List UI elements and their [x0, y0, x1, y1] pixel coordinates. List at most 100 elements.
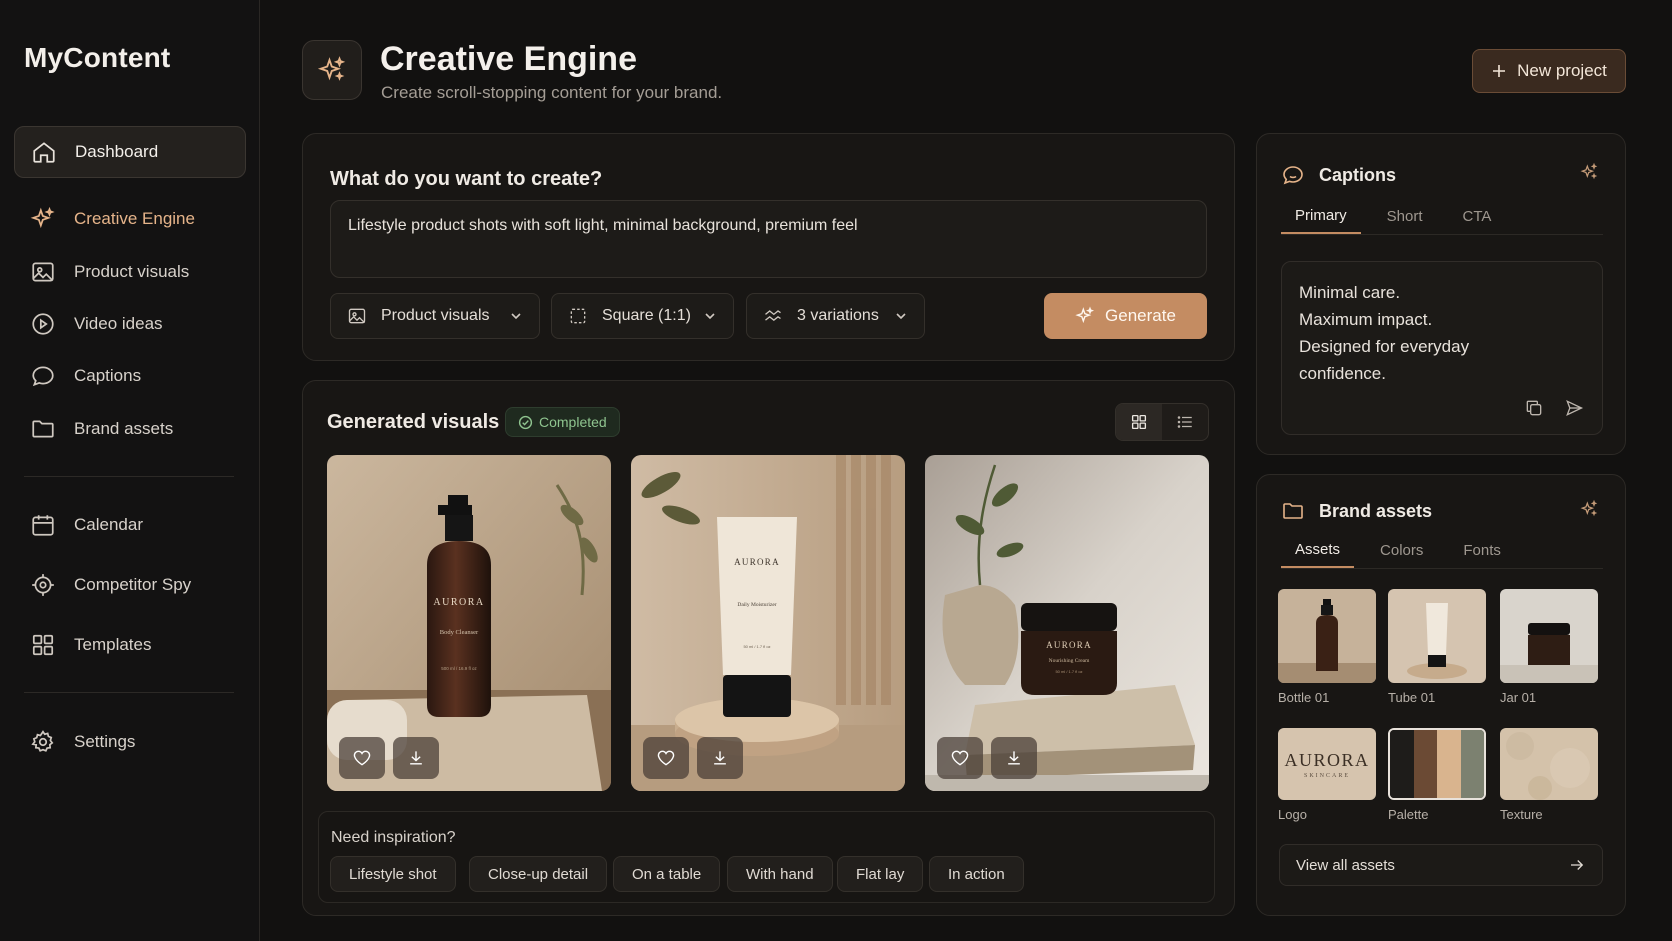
- favorite-button[interactable]: [937, 737, 983, 779]
- download-button[interactable]: [393, 737, 439, 779]
- chevron-down-icon: [896, 313, 906, 320]
- chip-flat-lay[interactable]: Flat lay: [837, 856, 924, 892]
- prompt-input[interactable]: Lifestyle product shots with soft light,…: [330, 200, 1207, 278]
- inspiration-title: Need inspiration?: [331, 829, 456, 846]
- new-project-label: New project: [1517, 61, 1607, 80]
- sidebar-item-brand-assets[interactable]: Brand assets: [14, 403, 246, 455]
- sidebar-divider: [24, 692, 234, 693]
- caption-line: Minimal care.: [1299, 283, 1401, 302]
- asset-jar[interactable]: Jar 01: [1500, 589, 1598, 705]
- caption-line: confidence.: [1299, 364, 1386, 383]
- jar-brand: AURORA: [1046, 640, 1092, 650]
- favorite-button[interactable]: [643, 737, 689, 779]
- copy-icon[interactable]: [1524, 398, 1544, 418]
- chip-in-action[interactable]: In action: [929, 856, 1024, 892]
- asset-tube[interactable]: Tube 01: [1388, 589, 1486, 705]
- tube-brand: AURORA: [734, 557, 780, 567]
- crop-square-icon: [570, 308, 586, 324]
- type-select[interactable]: Product visuals: [330, 293, 540, 339]
- sidebar-item-dashboard[interactable]: Dashboard: [14, 126, 246, 178]
- sidebar-item-creative-engine[interactable]: Creative Engine: [14, 193, 246, 245]
- tab-fonts[interactable]: Fonts: [1449, 532, 1515, 568]
- favorite-button[interactable]: [339, 737, 385, 779]
- sidebar-item-label: Creative Engine: [74, 209, 195, 228]
- captions-ai-button[interactable]: [1579, 162, 1599, 187]
- chip-lifestyle-shot[interactable]: Lifestyle shot: [330, 856, 456, 892]
- jar-size: 50 ml / 1.7 fl oz: [1055, 669, 1082, 674]
- format-select[interactable]: Square (1:1): [551, 293, 734, 339]
- sidebar-item-label: Product visuals: [74, 262, 190, 281]
- view-toggle: [1115, 403, 1209, 441]
- assets-tabs: Assets Colors Fonts: [1281, 532, 1603, 569]
- sidebar-item-settings[interactable]: Settings: [14, 716, 246, 768]
- sidebar-item-label: Video ideas: [74, 314, 163, 333]
- sparkle-icon: [1075, 306, 1095, 324]
- sidebar-item-competitor-spy[interactable]: Competitor Spy: [14, 559, 246, 611]
- asset-label: Jar 01: [1500, 690, 1537, 705]
- generated-visuals-card: Generated visuals Completed AURORA Body …: [302, 380, 1235, 916]
- crosshair-icon: [32, 574, 54, 596]
- asset-logo[interactable]: AURORA SKINCARE Logo: [1278, 728, 1376, 822]
- sparkle-icon: [1580, 499, 1598, 517]
- bottle-product: Body Cleanser: [440, 629, 479, 636]
- send-icon[interactable]: [1564, 398, 1584, 418]
- generated-image-1[interactable]: AURORA Body Cleanser 500 ml / 16.9 fl oz: [327, 455, 611, 791]
- tab-colors[interactable]: Colors: [1366, 532, 1437, 568]
- sidebar-item-label: Brand assets: [74, 419, 174, 438]
- assets-ai-button[interactable]: [1579, 499, 1599, 524]
- list-view-button[interactable]: [1162, 404, 1208, 440]
- logo-subtext: SKINCARE: [1303, 772, 1350, 779]
- variations-icon: [765, 310, 781, 322]
- heart-icon: [657, 750, 675, 766]
- asset-palette[interactable]: Palette: [1388, 728, 1486, 822]
- sidebar-item-templates[interactable]: Templates: [14, 619, 246, 671]
- asset-thumbnail: [1388, 589, 1486, 683]
- calendar-icon: [32, 515, 54, 536]
- sidebar-item-video-ideas[interactable]: Video ideas: [14, 298, 246, 350]
- asset-label: Logo: [1278, 807, 1307, 822]
- asset-label: Bottle 01: [1278, 690, 1330, 705]
- asset-bottle[interactable]: Bottle 01: [1278, 589, 1376, 705]
- logo-text: AURORA: [1284, 749, 1370, 770]
- chevron-down-icon: [705, 313, 715, 320]
- sidebar-item-product-visuals[interactable]: Product visuals: [14, 246, 246, 298]
- tab-primary[interactable]: Primary: [1281, 198, 1361, 234]
- download-button[interactable]: [697, 737, 743, 779]
- asset-texture[interactable]: Texture: [1500, 728, 1598, 822]
- generated-image-2[interactable]: AURORA Daily Moisturizer 50 ml / 1.7 fl …: [631, 455, 905, 791]
- sidebar-item-calendar[interactable]: Calendar: [14, 499, 246, 551]
- sidebar: MyContent Dashboard Creative Engine Prod…: [0, 0, 260, 941]
- grid-icon: [32, 634, 54, 656]
- tab-assets[interactable]: Assets: [1281, 532, 1355, 568]
- generated-visuals-title: Generated visuals: [327, 411, 500, 433]
- chip-close-up-detail[interactable]: Close-up detail: [469, 856, 608, 892]
- asset-thumbnail: [1500, 589, 1598, 683]
- create-title: What do you want to create?: [330, 168, 603, 190]
- sidebar-item-label: Templates: [74, 635, 152, 654]
- sidebar-item-captions[interactable]: Captions: [14, 350, 246, 402]
- new-project-button[interactable]: New project: [1472, 49, 1626, 93]
- tab-cta[interactable]: CTA: [1449, 198, 1506, 234]
- generated-image-3[interactable]: AURORA Nourishing Cream 50 ml / 1.7 fl o…: [925, 455, 1209, 791]
- variations-select[interactable]: 3 variations: [746, 293, 925, 339]
- chip-with-hand[interactable]: With hand: [727, 856, 833, 892]
- sidebar-item-label: Captions: [74, 366, 142, 385]
- header-sparkle-icon: [302, 40, 362, 100]
- chip-on-a-table[interactable]: On a table: [613, 856, 721, 892]
- tab-short[interactable]: Short: [1373, 198, 1437, 234]
- page-title: Creative Engine: [380, 40, 637, 78]
- download-icon: [410, 751, 422, 765]
- plus-icon: [1493, 65, 1506, 77]
- download-button[interactable]: [991, 737, 1037, 779]
- caption-text-area[interactable]: Minimal care. Maximum impact. Designed f…: [1281, 261, 1603, 435]
- generate-button[interactable]: Generate: [1044, 293, 1207, 339]
- view-all-label: View all assets: [1296, 856, 1395, 874]
- texture-thumbnail: [1500, 728, 1598, 800]
- asset-label: Palette: [1388, 807, 1429, 822]
- caption-line: Maximum impact.: [1299, 310, 1433, 329]
- download-icon: [1008, 751, 1020, 765]
- gear-icon: [31, 730, 54, 752]
- grid-view-button[interactable]: [1116, 404, 1162, 440]
- logo-thumbnail: AURORA SKINCARE: [1278, 728, 1376, 800]
- view-all-assets-button[interactable]: View all assets: [1279, 844, 1603, 886]
